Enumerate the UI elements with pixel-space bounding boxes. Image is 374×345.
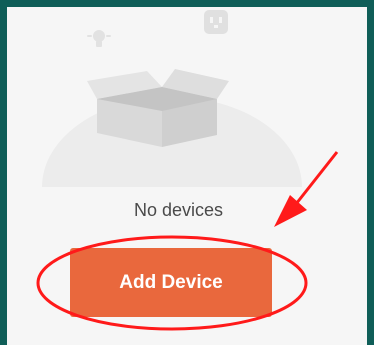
lightbulb-icon [87, 30, 111, 47]
empty-state-illustration [42, 10, 302, 187]
empty-state-message: No devices [133, 200, 224, 220]
add-device-button[interactable]: Add Device [70, 248, 272, 317]
open-box-icon [87, 69, 229, 147]
smart-plug-icon [204, 10, 228, 34]
device-list-panel: No devices Add Device [7, 7, 367, 345]
